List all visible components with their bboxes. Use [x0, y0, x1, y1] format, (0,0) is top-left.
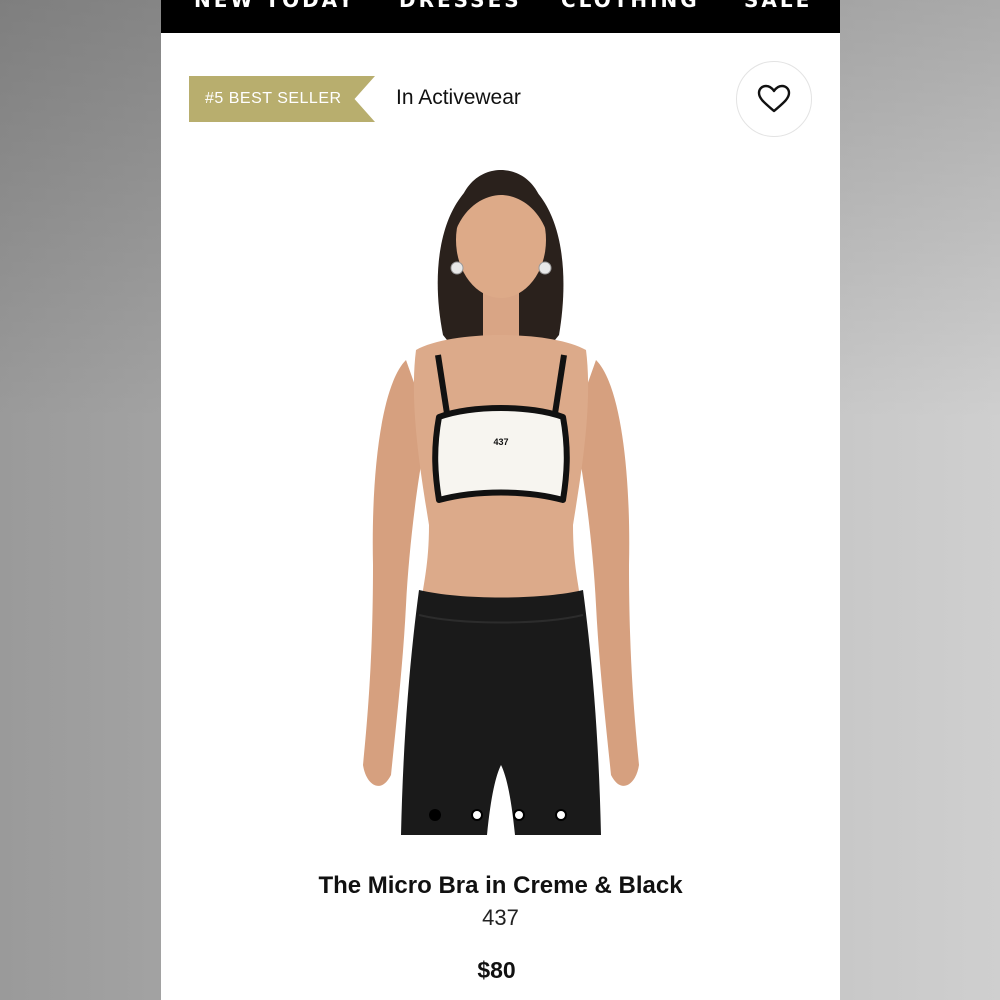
carousel-dot-2[interactable] [471, 809, 483, 821]
product-title: The Micro Bra in Creme & Black [318, 872, 683, 899]
best-seller-label: #5 BEST SELLER [205, 90, 342, 107]
sports-bra [432, 405, 570, 503]
nav-item-dresses[interactable]: DRESSES [399, 0, 522, 12]
best-seller-ribbon: #5 BEST SELLER [189, 76, 375, 122]
wishlist-button[interactable] [736, 61, 812, 137]
nav-item-sale[interactable]: SALE [744, 0, 812, 12]
product-photo[interactable]: 437 [311, 145, 691, 835]
background-right [840, 0, 1000, 1000]
heart-icon [757, 84, 791, 113]
product-price: $80 [477, 957, 516, 983]
product-brand[interactable]: 437 [161, 905, 840, 931]
carousel-dot-1[interactable] [429, 809, 441, 821]
category-label[interactable]: In Activewear [396, 86, 521, 110]
leggings [401, 590, 601, 835]
nav-item-new-today[interactable]: NEW TODAY [194, 0, 356, 12]
top-navigation-bar: NEW TODAY DRESSES CLOTHING SALE [161, 0, 840, 33]
product-page: NEW TODAY DRESSES CLOTHING SALE #5 BEST … [161, 0, 840, 1000]
nav-item-clothing[interactable]: CLOTHING [561, 0, 700, 12]
carousel-dot-3[interactable] [513, 809, 525, 821]
carousel-dot-4[interactable] [555, 809, 567, 821]
bra-logo: 437 [493, 437, 508, 447]
